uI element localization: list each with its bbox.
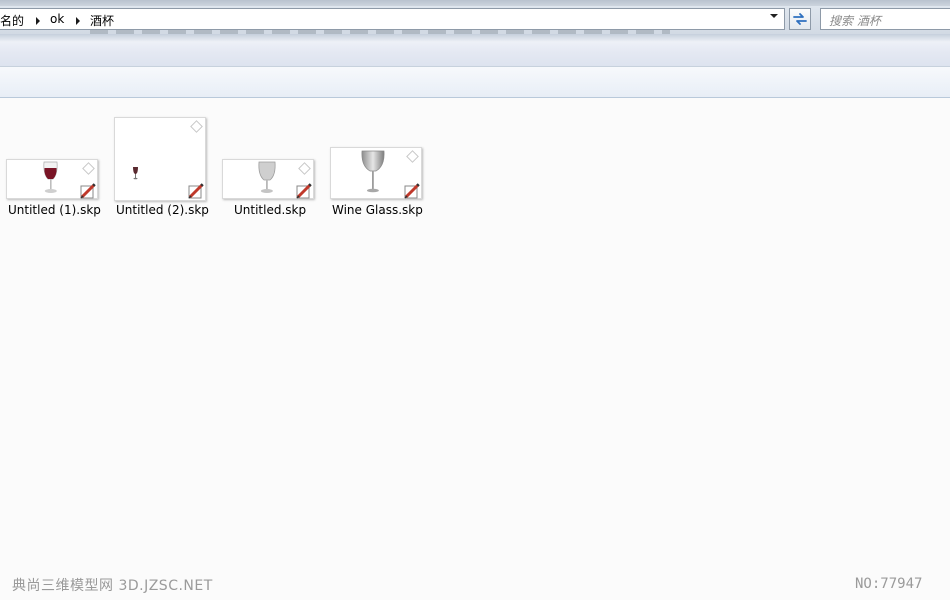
file-name[interactable]: Untitled (1).skp [8, 203, 101, 217]
sketchup-file-badge-icon [188, 183, 204, 199]
file-name[interactable]: Untitled (2).skp [116, 203, 209, 217]
refresh-icon [793, 13, 807, 25]
details-bar [0, 67, 950, 98]
file-thumbnail[interactable] [222, 159, 314, 199]
sketchup-file-badge-icon [296, 183, 312, 199]
command-bar-edge [0, 34, 950, 42]
refresh-button[interactable] [789, 8, 811, 30]
file-thumbnail[interactable] [6, 159, 98, 199]
sketchup-file-badge-icon [80, 183, 96, 199]
breadcrumb-item[interactable]: 名的 [0, 12, 24, 29]
file-name[interactable]: Wine Glass.skp [332, 203, 423, 217]
sketchup-file-badge-icon [404, 183, 420, 199]
file-name[interactable]: Untitled.skp [234, 203, 306, 217]
address-bar[interactable]: 名的 ok 酒杯 [0, 8, 785, 30]
breadcrumb-separator-icon[interactable] [76, 17, 80, 25]
breadcrumb-item[interactable]: ok [50, 12, 64, 26]
watermark-number: NO:77947 [855, 576, 923, 592]
search-input[interactable]: 搜索 酒杯 [820, 8, 950, 30]
file-thumbnail[interactable] [114, 117, 206, 201]
watermark-text: 典尚三维模型网 3D.JZSC.NET [12, 578, 213, 594]
address-dropdown-icon[interactable] [770, 14, 778, 18]
search-placeholder: 搜索 酒杯 [829, 14, 881, 28]
breadcrumb-separator-icon[interactable] [36, 17, 40, 25]
file-thumbnail[interactable] [330, 147, 422, 199]
breadcrumb-item[interactable]: 酒杯 [90, 12, 114, 29]
